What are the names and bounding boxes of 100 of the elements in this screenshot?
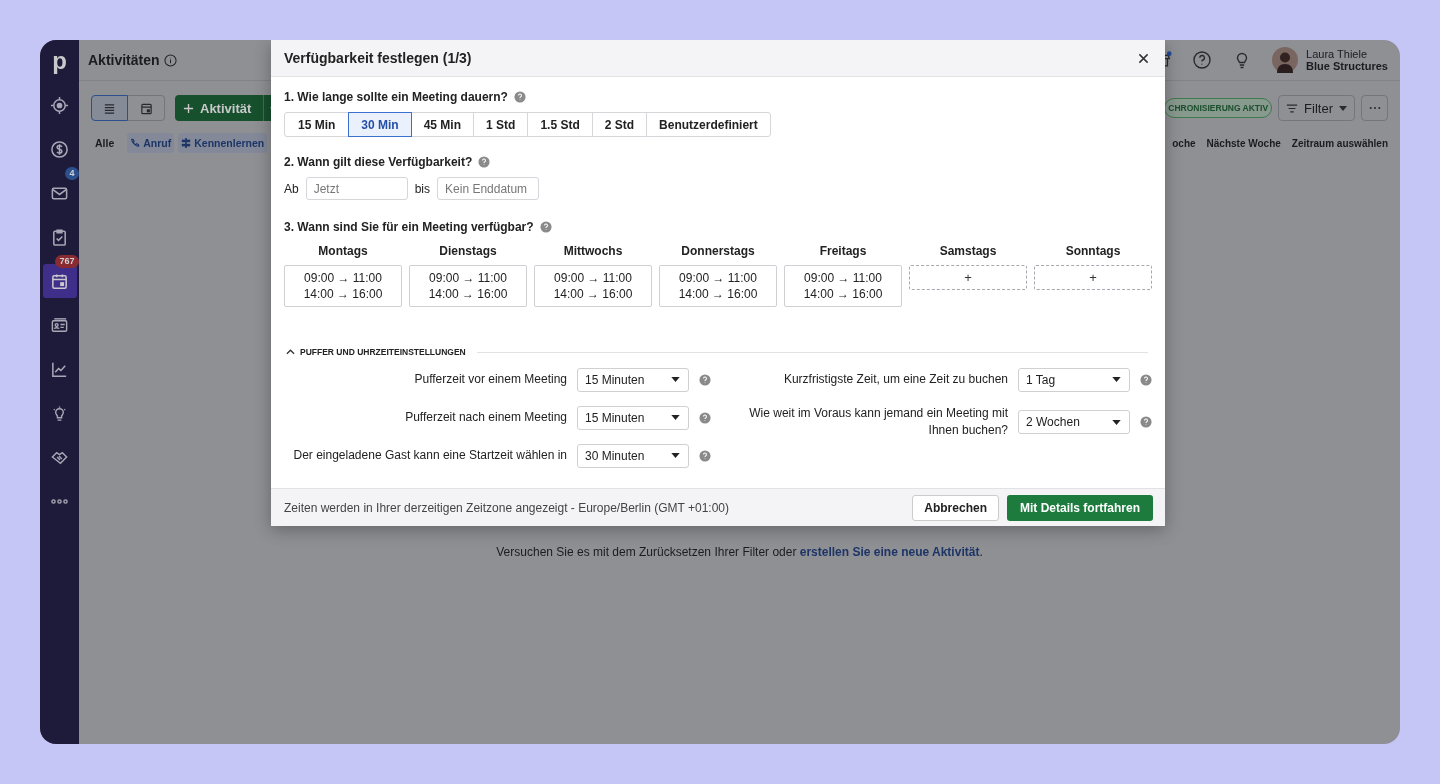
weekday-label: Donnerstags xyxy=(680,244,756,258)
dropdown[interactable]: 15 Minuten xyxy=(577,367,689,392)
list-view-button[interactable] xyxy=(91,95,128,121)
time-range: 14:00 → 16:00 xyxy=(428,287,508,301)
dropdown[interactable]: 30 Minuten xyxy=(577,443,689,468)
duration-option[interactable]: 30 Min xyxy=(348,112,412,137)
time-slots[interactable]: 09:00 → 11:00 14:00 → 16:00 xyxy=(284,265,402,307)
count-badge: 767 xyxy=(55,255,79,268)
list-icon xyxy=(103,101,116,115)
from-label: Ab xyxy=(284,181,299,196)
time-range: 09:00 → 11:00 xyxy=(679,271,757,285)
time-slots[interactable]: 09:00 → 11:00 14:00 → 16:00 xyxy=(659,265,777,307)
duration-option[interactable]: Benutzerdefiniert xyxy=(646,112,771,137)
caret-icon xyxy=(1339,105,1347,111)
help-icon[interactable] xyxy=(699,373,711,386)
time-slots[interactable]: 09:00 → 11:00 14:00 → 16:00 xyxy=(534,265,652,307)
time-range: 14:00 → 16:00 xyxy=(303,287,383,301)
continue-button[interactable]: Mit Details fortfahren xyxy=(1007,494,1153,521)
add-time-button[interactable]: + xyxy=(1034,265,1152,290)
caret-icon xyxy=(671,377,680,382)
help-icon[interactable] xyxy=(513,91,526,103)
time-range: 14:00 → 16:00 xyxy=(678,287,758,301)
meeting-filter-chip[interactable]: Kennenlernen xyxy=(178,133,268,153)
avatar[interactable] xyxy=(1272,47,1299,73)
time-slots[interactable]: 09:00 → 11:00 14:00 → 16:00 xyxy=(784,265,902,307)
time-range: 09:00 → 11:00 xyxy=(429,271,507,285)
plus-icon xyxy=(183,102,194,114)
phone-icon xyxy=(130,138,141,148)
count-badge: 4 xyxy=(65,167,79,180)
cancel-button[interactable]: Abbrechen xyxy=(912,494,999,521)
empty-state-text: Versuchen Sie es mit dem Zurücksetzen Ihrer Filter oder erstellen Sie eine neue Aktivität. xyxy=(496,545,983,560)
calendar-view-button[interactable] xyxy=(128,95,165,121)
info-icon[interactable] xyxy=(163,53,177,67)
time-slots[interactable]: 09:00 → 11:00 14:00 → 16:00 xyxy=(409,265,527,307)
question-label: 1. Wie lange sollte ein Meeting dauern? xyxy=(284,90,508,104)
filter-button[interactable]: Filter xyxy=(1278,95,1355,121)
close-icon[interactable] xyxy=(1138,52,1149,64)
section-toggle[interactable]: PUFFER UND UHRZEITEINSTELLUNGEN xyxy=(300,347,466,357)
dropdown[interactable]: 2 Wochen xyxy=(1018,410,1130,434)
time-range: 14:00 → 16:00 xyxy=(553,287,633,301)
time-range: 14:00 → 16:00 xyxy=(803,287,883,301)
calendar-icon xyxy=(50,271,69,291)
time-range: 09:00 → 11:00 xyxy=(304,271,382,285)
clipboard-icon xyxy=(50,227,69,247)
end-date-field[interactable]: Kein Enddatum xyxy=(437,177,540,200)
weekday-label: Freitags xyxy=(818,244,868,258)
weekday-label: Sonntags xyxy=(1064,244,1122,258)
help-icon[interactable] xyxy=(1192,50,1213,70)
add-time-button[interactable]: + xyxy=(909,265,1027,290)
to-label: bis xyxy=(414,181,431,196)
period-tab[interactable]: Zeitraum auswählen xyxy=(1291,137,1388,149)
start-date-field[interactable]: Jetzt xyxy=(305,177,408,200)
more-icon xyxy=(1368,106,1381,110)
signpost-icon xyxy=(181,138,192,148)
add-activity-button[interactable]: Aktivität xyxy=(175,95,264,121)
filter-tab[interactable]: Alle xyxy=(95,137,115,149)
dialog-title: Verfügbarkeit festlegen (1/3) xyxy=(284,50,473,66)
period-tab[interactable]: Nächste Woche xyxy=(1206,137,1281,149)
timezone-note: Zeiten werden in Ihrer derzeitigen Zeitzone angezeigt - Europe/Berlin (GMT +01:00) xyxy=(284,500,729,515)
chevron-icon[interactable] xyxy=(286,349,295,355)
help-icon[interactable] xyxy=(1140,373,1152,386)
nav-calendar-item[interactable] xyxy=(42,264,77,298)
time-range: 09:00 → 11:00 xyxy=(804,271,882,285)
weekday-label: Mittwochs xyxy=(562,244,624,258)
duration-option[interactable]: 1 Std xyxy=(473,112,529,137)
duration-option[interactable]: 15 Min xyxy=(284,112,350,137)
more-icon xyxy=(51,498,68,504)
duration-option[interactable]: 1.5 Std xyxy=(527,112,593,137)
company-name: Blue Structures xyxy=(1306,60,1388,72)
sync-status-badge: CHRONISIERUNG AKTIV xyxy=(1164,98,1273,118)
caret-icon xyxy=(1112,377,1121,382)
dropdown[interactable]: 1 Tag xyxy=(1018,367,1130,392)
duration-option[interactable]: 2 Std xyxy=(591,112,648,137)
setting-label: Wie weit im Voraus kann jemand ein Meeting mit Ihnen buchen? xyxy=(748,405,1008,439)
duration-option[interactable]: 45 Min xyxy=(410,112,475,137)
weekday-label: Montags xyxy=(317,244,369,258)
caret-icon xyxy=(671,453,680,458)
caret-icon xyxy=(1112,419,1121,425)
dollar-icon xyxy=(50,139,69,159)
weekday-label: Dienstags xyxy=(438,244,498,258)
logo[interactable]: p xyxy=(52,48,67,74)
filter-icon xyxy=(1286,103,1299,113)
question-label: 3. Wann sind Sie für ein Meeting verfügbar? xyxy=(284,220,534,234)
period-tab[interactable]: oche xyxy=(1172,137,1196,149)
weekday-label: Samstags xyxy=(938,244,998,258)
page-title: Aktivitäten xyxy=(88,52,160,68)
dropdown[interactable]: 15 Minuten xyxy=(577,405,689,430)
help-icon[interactable] xyxy=(699,411,711,424)
help-icon[interactable] xyxy=(699,449,711,462)
time-range: 09:00 → 11:00 xyxy=(554,271,632,285)
help-icon[interactable] xyxy=(1140,416,1152,428)
help-icon[interactable] xyxy=(539,221,552,233)
question-label: 2. Wann gilt diese Verfügbarkeit? xyxy=(284,155,473,169)
setting-label: Pufferzeit vor einem Meeting xyxy=(414,371,567,388)
user-name: Laura Thiele xyxy=(1306,48,1369,60)
contact-card-icon xyxy=(50,315,69,335)
calendar-icon xyxy=(139,101,153,115)
target-icon xyxy=(50,95,69,115)
help-icon[interactable] xyxy=(478,156,491,168)
caret-icon xyxy=(671,415,680,420)
